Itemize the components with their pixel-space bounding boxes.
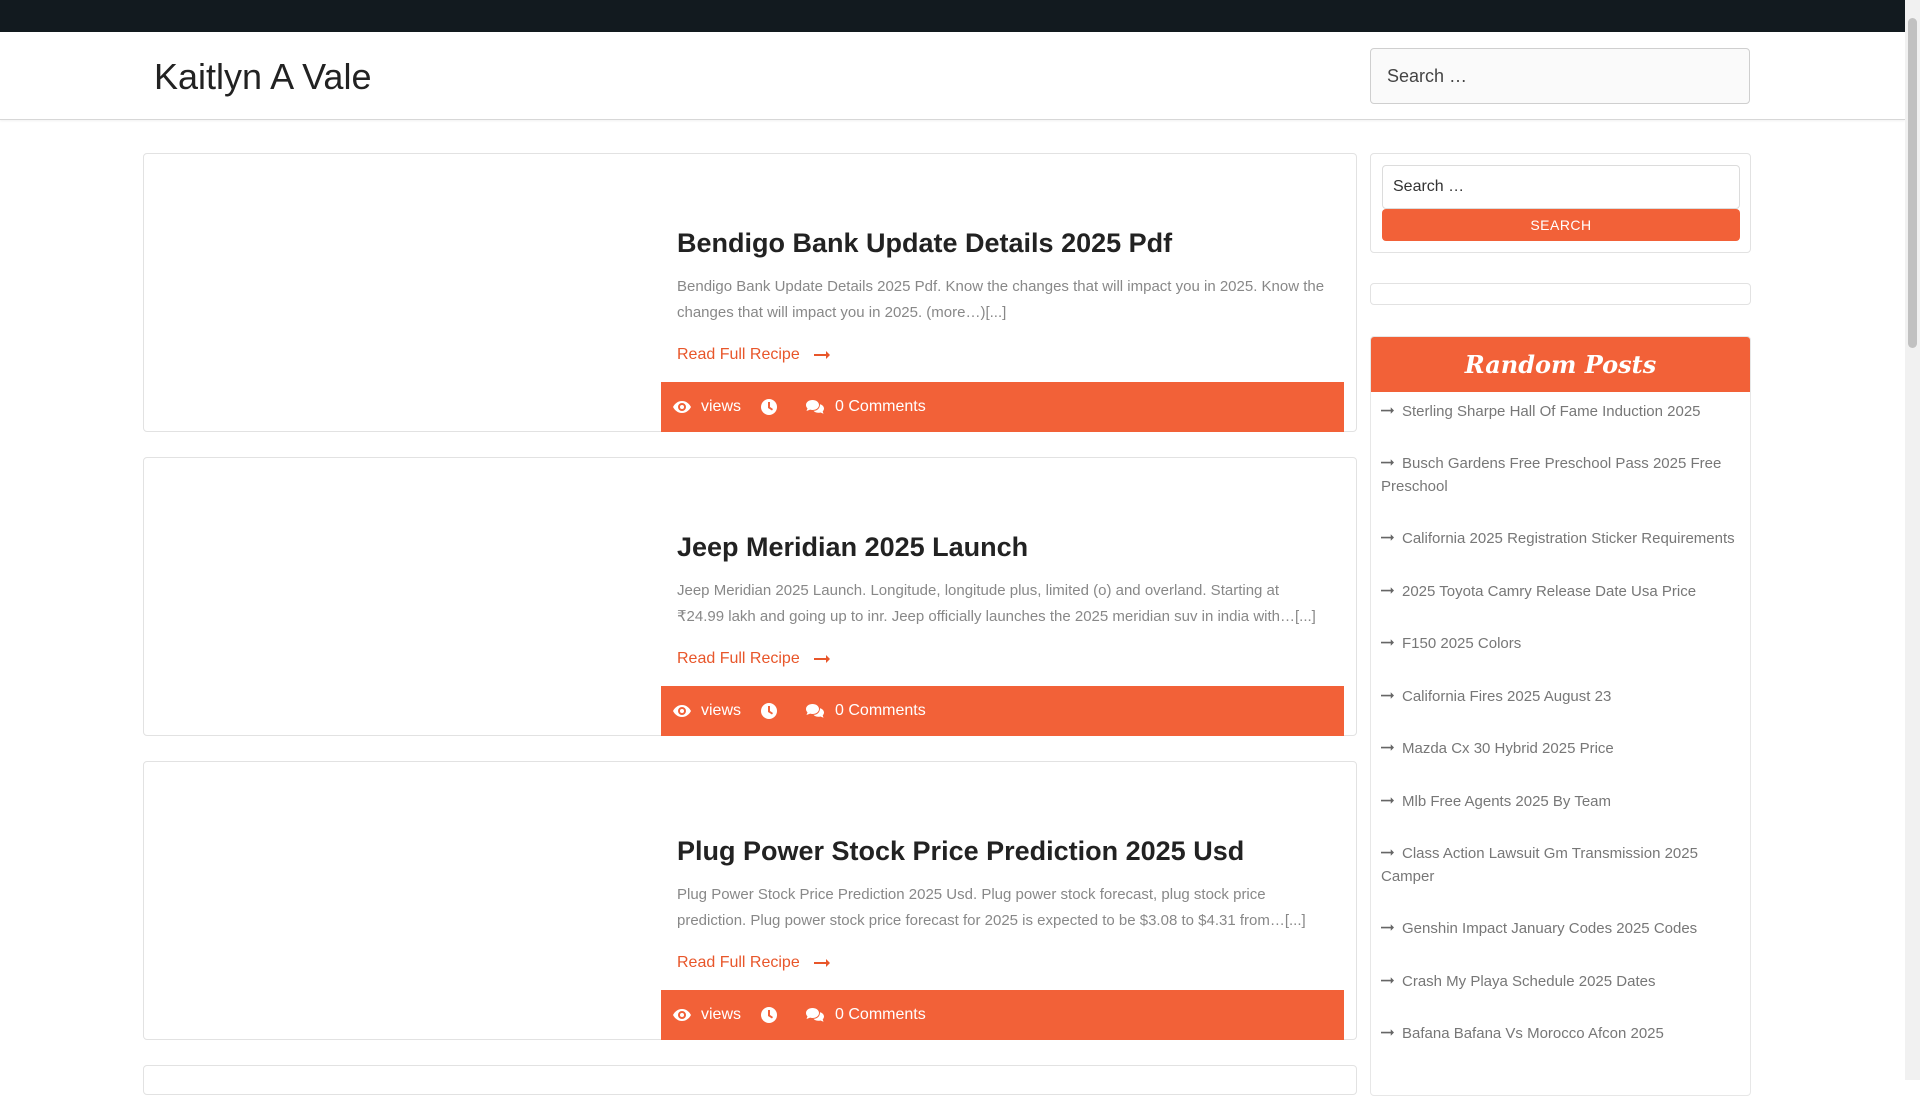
random-posts-title: Random Posts	[1371, 337, 1750, 392]
random-post-item[interactable]: Mlb Free Agents 2025 By Team	[1381, 790, 1741, 813]
arrow-right-icon	[1381, 796, 1394, 804]
views-meta: views	[673, 398, 741, 416]
read-more-link[interactable]: Read Full Recipe	[677, 650, 830, 668]
post-card: Jeep Meridian 2025 Launch Jeep Meridian …	[143, 457, 1357, 736]
post-meta-bar: views 0 Comments	[661, 990, 1344, 1040]
read-more-link[interactable]: Read Full Recipe	[677, 346, 830, 364]
random-post-link[interactable]: Bafana Bafana Vs Morocco Afcon 2025	[1402, 1025, 1664, 1042]
clock-icon	[761, 399, 778, 415]
read-more-label: Read Full Recipe	[677, 954, 800, 971]
random-post-link[interactable]: California Fires 2025 August 23	[1402, 688, 1611, 705]
views-meta: views	[673, 702, 741, 720]
sidebar-search-widget: SEARCH	[1370, 153, 1751, 253]
eye-icon	[673, 705, 691, 717]
random-post-item[interactable]: Crash My Playa Schedule 2025 Dates	[1381, 970, 1741, 993]
comments-icon	[806, 704, 825, 718]
random-post-link[interactable]: Crash My Playa Schedule 2025 Dates	[1402, 973, 1655, 990]
post-title[interactable]: Jeep Meridian 2025 Launch	[677, 532, 1028, 563]
post-title[interactable]: Plug Power Stock Price Prediction 2025 U…	[677, 836, 1244, 867]
page-scrollbar[interactable]	[1905, 0, 1920, 1080]
post-card: Bendigo Bank Update Details 2025 Pdf Ben…	[143, 153, 1357, 432]
comments-meta[interactable]: 0 Comments	[805, 398, 926, 416]
arrow-right-icon	[813, 655, 830, 663]
comments-icon	[806, 400, 825, 414]
comments-meta[interactable]: 0 Comments	[805, 1006, 926, 1024]
sidebar-empty-widget	[1370, 283, 1751, 305]
arrow-right-icon	[1381, 586, 1394, 594]
arrow-right-icon	[1381, 458, 1394, 466]
post-card: Plug Power Stock Price Prediction 2025 U…	[143, 761, 1357, 1040]
read-more-label: Read Full Recipe	[677, 650, 800, 667]
arrow-right-icon	[813, 351, 830, 359]
comments-count: 0 Comments	[835, 398, 926, 415]
random-post-link[interactable]: Mazda Cx 30 Hybrid 2025 Price	[1402, 740, 1614, 757]
arrow-right-icon	[1381, 533, 1394, 541]
arrow-right-icon	[1381, 923, 1394, 931]
arrow-right-icon	[1381, 976, 1394, 984]
arrow-right-icon	[1381, 1028, 1394, 1036]
random-post-item[interactable]: F150 2025 Colors	[1381, 632, 1741, 655]
clock-icon	[761, 703, 778, 719]
arrow-right-icon	[1381, 848, 1394, 856]
random-post-link[interactable]: Genshin Impact January Codes 2025 Codes	[1402, 920, 1697, 937]
comments-count: 0 Comments	[835, 702, 926, 719]
post-title[interactable]: Bendigo Bank Update Details 2025 Pdf	[677, 228, 1172, 259]
post-excerpt: Plug Power Stock Price Prediction 2025 U…	[677, 886, 1306, 929]
random-post-link[interactable]: Sterling Sharpe Hall Of Fame Induction 2…	[1402, 403, 1701, 420]
arrow-right-icon	[813, 959, 830, 967]
header-search-input[interactable]	[1370, 48, 1750, 104]
site-header: Kaitlyn A Vale	[0, 32, 1905, 120]
views-label: views	[701, 398, 742, 415]
arrow-right-icon	[1381, 691, 1394, 699]
random-post-item[interactable]: California 2025 Registration Sticker Req…	[1381, 527, 1741, 550]
top-bar	[0, 0, 1905, 32]
arrow-right-icon	[1381, 638, 1394, 646]
eye-icon	[673, 401, 691, 413]
views-meta: views	[673, 1006, 741, 1024]
post-meta-bar: views 0 Comments	[661, 686, 1344, 736]
read-more-link[interactable]: Read Full Recipe	[677, 954, 830, 972]
random-posts-widget: Random Posts Sterling Sharpe Hall Of Fam…	[1370, 336, 1751, 1096]
arrow-right-icon	[1381, 406, 1394, 414]
random-post-item[interactable]: Class Action Lawsuit Gm Transmission 202…	[1381, 842, 1741, 888]
random-post-link[interactable]: Mlb Free Agents 2025 By Team	[1402, 793, 1611, 810]
clock-icon	[761, 1007, 778, 1023]
read-more-label: Read Full Recipe	[677, 346, 800, 363]
post-excerpt: Jeep Meridian 2025 Launch. Longitude, lo…	[677, 582, 1316, 625]
post-meta-bar: views 0 Comments	[661, 382, 1344, 432]
comments-count: 0 Comments	[835, 1006, 926, 1023]
random-post-item[interactable]: California Fires 2025 August 23	[1381, 685, 1741, 708]
random-post-item[interactable]: Genshin Impact January Codes 2025 Codes	[1381, 917, 1741, 940]
random-post-link[interactable]: Class Action Lawsuit Gm Transmission 202…	[1381, 845, 1698, 885]
post-card	[143, 1065, 1357, 1095]
random-post-item[interactable]: Mazda Cx 30 Hybrid 2025 Price	[1381, 737, 1741, 760]
sidebar-search-button[interactable]: SEARCH	[1382, 209, 1740, 241]
random-post-item[interactable]: Sterling Sharpe Hall Of Fame Induction 2…	[1381, 400, 1741, 423]
arrow-right-icon	[1381, 743, 1394, 751]
random-post-link[interactable]: F150 2025 Colors	[1402, 635, 1521, 652]
comments-icon	[806, 1008, 825, 1022]
scrollbar-thumb[interactable]	[1908, 18, 1917, 348]
sidebar-search-input[interactable]	[1382, 165, 1740, 209]
random-post-item[interactable]: Busch Gardens Free Preschool Pass 2025 F…	[1381, 452, 1741, 498]
random-post-item[interactable]: 2025 Toyota Camry Release Date Usa Price	[1381, 580, 1741, 603]
random-post-item[interactable]: Bafana Bafana Vs Morocco Afcon 2025	[1381, 1022, 1741, 1045]
post-excerpt: Bendigo Bank Update Details 2025 Pdf. Kn…	[677, 278, 1325, 321]
site-title[interactable]: Kaitlyn A Vale	[154, 56, 371, 98]
random-post-link[interactable]: 2025 Toyota Camry Release Date Usa Price	[1402, 583, 1696, 600]
random-post-link[interactable]: California 2025 Registration Sticker Req…	[1402, 530, 1735, 547]
comments-meta[interactable]: 0 Comments	[805, 702, 926, 720]
views-label: views	[701, 702, 742, 719]
views-label: views	[701, 1006, 742, 1023]
eye-icon	[673, 1009, 691, 1021]
random-post-link[interactable]: Busch Gardens Free Preschool Pass 2025 F…	[1381, 455, 1721, 495]
